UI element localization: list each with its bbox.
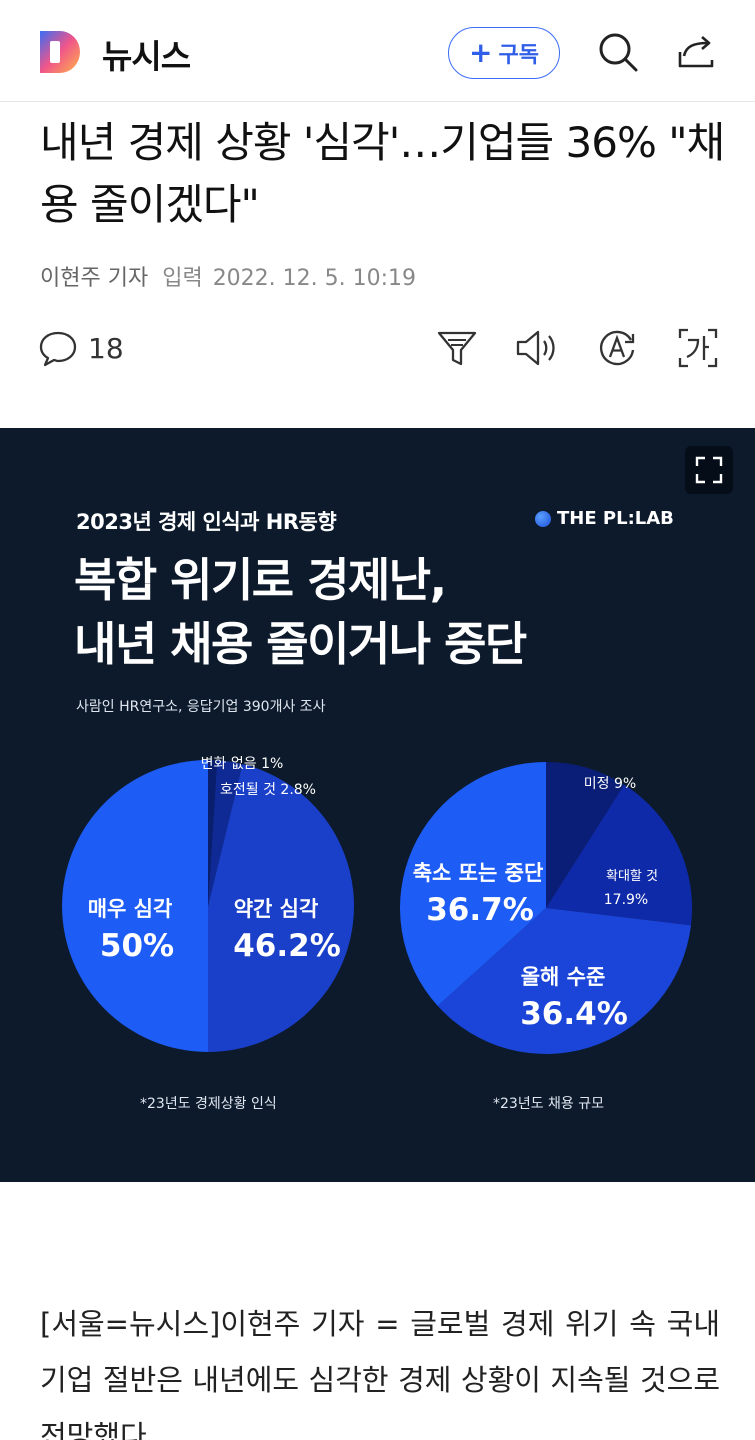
share-icon[interactable] — [674, 30, 718, 74]
slice-label: 올해 수준 — [521, 965, 606, 989]
slice-label: 변화 없음 1% — [201, 756, 284, 772]
slice-label: 축소 또는 중단 — [413, 861, 544, 885]
article-body: [서울=뉴시스]이현주 기자 = 글로벌 경제 위기 속 국내 기업 절반은 내… — [40, 1307, 720, 1440]
reporter-name[interactable]: 이현주 기자 — [40, 266, 148, 291]
infographic-title-line2: 내년 채용 줄이거나 중단 — [74, 617, 527, 671]
comment-icon — [39, 331, 77, 367]
infographic-title-line1: 복합 위기로 경제난, — [74, 553, 447, 607]
note-right: *23년도 채용 규모 — [493, 1096, 604, 1112]
infographic-brand-label: THE PL:LAB — [557, 508, 674, 529]
slice-label: 확대할 것 — [606, 869, 658, 884]
search-icon[interactable] — [596, 30, 640, 74]
input-label: 입력 — [162, 266, 203, 291]
subscribe-label: 구독 — [498, 43, 539, 68]
infographic-source: 사람인 HR연구소, 응답기업 390개사 조사 — [76, 699, 326, 715]
slice-label: 약간 심각 — [234, 897, 319, 921]
comment-count: 18 — [88, 331, 124, 365]
infographic-brand: THE PL:LAB — [535, 508, 674, 529]
infographic-image[interactable]: 2023년 경제 인식과 HR동향 THE PL:LAB 복합 위기로 경제난,… — [0, 428, 755, 1182]
article-toolbar: 18 — [0, 320, 755, 380]
pie-charts: 매우 심각 50% 약간 심각 46.2% 호전될 것 2.8% 변화 없음 1% 미정 9… — [62, 756, 693, 1054]
slice-label: 매우 심각 — [88, 897, 173, 921]
top-bar: 뉴시스 + 구독 — [0, 0, 755, 102]
slice-label: 미정 9% — [584, 776, 636, 792]
slice-label: 호전될 것 2.8% — [220, 782, 316, 798]
brand-dot-icon — [535, 510, 551, 527]
comment-button[interactable]: 18 — [38, 328, 124, 368]
audio-icon[interactable] — [514, 326, 558, 370]
slice-value: 17.9% — [604, 892, 648, 908]
logo-icon[interactable] — [38, 29, 84, 75]
translate-icon[interactable] — [595, 326, 639, 370]
plus-icon: + — [469, 36, 493, 69]
slice-value: 50% — [100, 928, 174, 964]
brand-name[interactable]: 뉴시스 — [102, 30, 191, 78]
infographic-subtitle: 2023년 경제 인식과 HR동향 — [76, 510, 337, 534]
expand-icon[interactable] — [685, 446, 733, 494]
byline: 이현주 기자 입력 2022. 12. 5. 10:19 — [40, 260, 416, 292]
note-left: *23년도 경제상황 인식 — [140, 1096, 277, 1112]
article-headline: 내년 경제 상황 '심각'…기업들 36% "채용 줄이겠다" — [40, 118, 725, 229]
publish-date: 2022. 12. 5. 10:19 — [212, 266, 417, 291]
slice-value: 46.2% — [233, 928, 341, 964]
font-size-icon[interactable] — [676, 326, 720, 370]
summary-icon[interactable] — [435, 326, 479, 370]
infographic-title: 복합 위기로 경제난, 내년 채용 줄이거나 중단 — [74, 548, 527, 676]
slice-value: 36.4% — [520, 996, 628, 1032]
subscribe-button[interactable]: + 구독 — [448, 27, 560, 79]
slice-value: 36.7% — [426, 892, 534, 928]
